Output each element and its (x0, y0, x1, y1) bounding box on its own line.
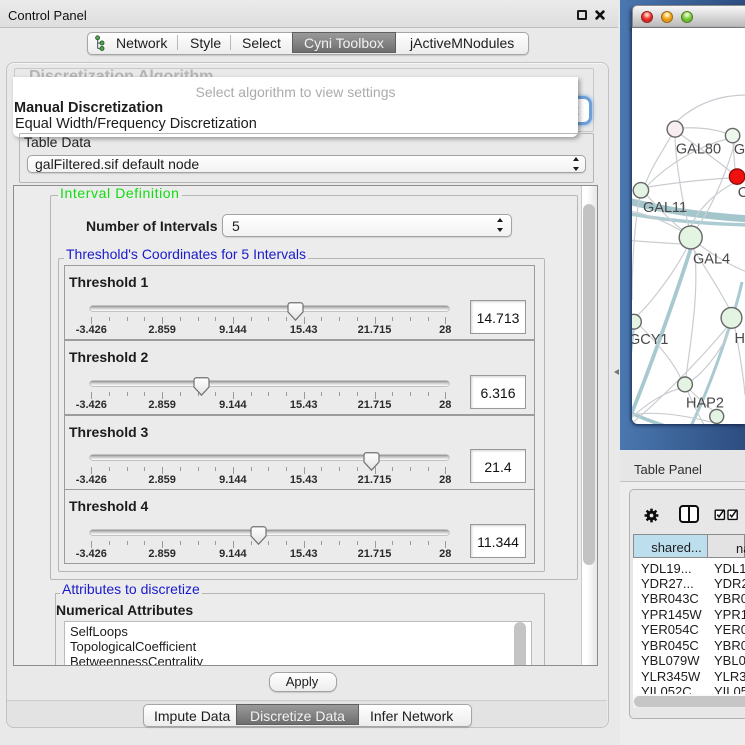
svg-text:HAP2: HAP2 (686, 396, 724, 412)
svg-text:GAL80: GAL80 (676, 141, 721, 157)
svg-text:GCY1: GCY1 (629, 332, 669, 348)
svg-text:H: H (735, 331, 745, 347)
svg-text:GA: GA (734, 142, 745, 158)
svg-text:C: C (738, 185, 745, 201)
svg-text:GAL11: GAL11 (643, 200, 687, 216)
svg-text:GAL4: GAL4 (693, 252, 730, 268)
